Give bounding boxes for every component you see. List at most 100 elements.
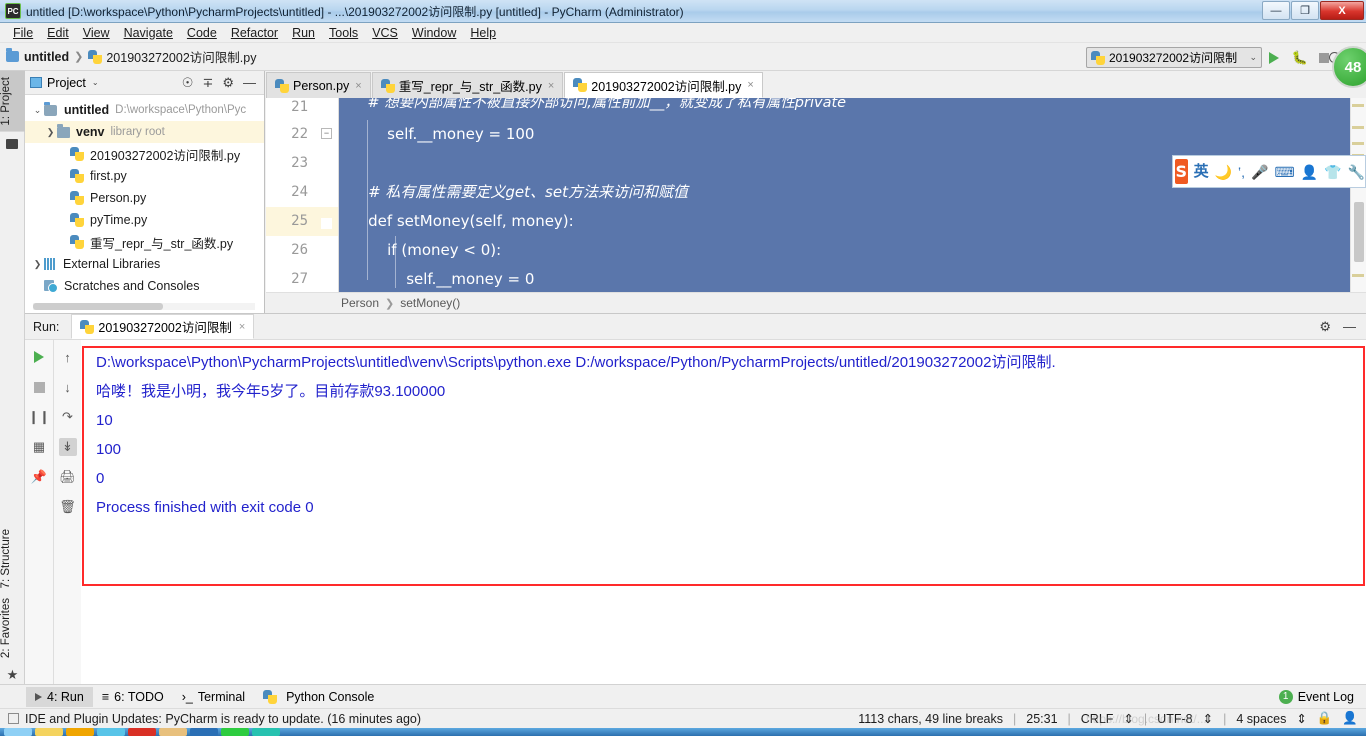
ie-icon[interactable] bbox=[35, 728, 63, 736]
tree-row-untitled[interactable]: ⌄ untitled D:\workspace\Python\Pyc bbox=[25, 99, 264, 121]
menu-vcs[interactable]: VCS bbox=[365, 24, 405, 42]
minimize-button[interactable]: — bbox=[1262, 1, 1290, 20]
close-icon[interactable]: × bbox=[355, 80, 361, 92]
app2-icon[interactable] bbox=[159, 728, 187, 736]
hide-icon[interactable]: — bbox=[1343, 320, 1356, 333]
breadcrumb-method[interactable]: setMoney() bbox=[400, 296, 460, 310]
tree-row-file-4[interactable]: pyTime.py bbox=[25, 209, 264, 231]
tree-row-file-2[interactable]: first.py bbox=[25, 165, 264, 187]
scrollbar-thumb[interactable] bbox=[1354, 202, 1364, 262]
down-icon[interactable]: ↓ bbox=[59, 378, 77, 396]
app1-icon[interactable] bbox=[128, 728, 156, 736]
chevron-down-icon[interactable]: ⌄ bbox=[92, 78, 99, 87]
tab-terminal[interactable]: ›_ Terminal bbox=[173, 687, 254, 707]
read-only-icon[interactable]: 🔒 bbox=[1317, 711, 1333, 726]
sidebar-item-structure[interactable]: 7: Structure bbox=[0, 523, 25, 594]
status-message[interactable]: IDE and Plugin Updates: PyCharm is ready… bbox=[25, 712, 421, 726]
menu-view[interactable]: View bbox=[76, 24, 117, 42]
tab-python-console[interactable]: Python Console bbox=[254, 687, 383, 707]
hector-icon[interactable]: 👤 bbox=[1342, 711, 1358, 726]
indent-setting[interactable]: 4 spaces bbox=[1236, 712, 1286, 726]
menu-help[interactable]: Help bbox=[463, 24, 503, 42]
tree-row-file-1[interactable]: 201903272002访问限制.py bbox=[25, 143, 264, 165]
project-horizontal-scrollbar[interactable] bbox=[33, 303, 255, 310]
skin-icon[interactable]: 👕 bbox=[1324, 165, 1341, 179]
run-button[interactable] bbox=[1264, 48, 1284, 67]
user-icon[interactable]: 👤 bbox=[1301, 165, 1318, 179]
console-output[interactable]: D:\workspace\Python\PycharmProjects\unti… bbox=[82, 346, 1365, 586]
menu-window[interactable]: Window bbox=[405, 24, 463, 42]
sidebar-item-favorites[interactable]: 2: Favorites bbox=[0, 592, 25, 664]
tree-row-venv[interactable]: ❯ venv library root bbox=[25, 121, 264, 143]
folder-icon[interactable] bbox=[66, 728, 94, 736]
sogou-logo-icon[interactable]: S bbox=[1175, 159, 1188, 184]
editor-tab-access[interactable]: 201903272002访问限制.py × bbox=[564, 72, 763, 98]
menu-refactor[interactable]: Refactor bbox=[224, 24, 285, 42]
chrome-icon[interactable] bbox=[97, 728, 125, 736]
chevron-right-icon[interactable]: ❯ bbox=[44, 127, 57, 138]
menu-navigate[interactable]: Navigate bbox=[117, 24, 180, 42]
restore-button[interactable]: ❐ bbox=[1291, 1, 1319, 20]
breadcrumb-file[interactable]: 201903272002访问限制.py bbox=[106, 47, 256, 66]
breadcrumb-project[interactable]: untitled bbox=[24, 50, 69, 64]
pin-icon[interactable]: 📌 bbox=[30, 468, 48, 486]
gear-icon[interactable]: ⚙ bbox=[1319, 320, 1331, 333]
debug-button[interactable]: 🐛 bbox=[1290, 48, 1310, 67]
gear-icon[interactable]: ⚙ bbox=[222, 76, 234, 89]
punctuation-icon[interactable]: ‛, bbox=[1238, 165, 1245, 179]
app4-icon[interactable] bbox=[221, 728, 249, 736]
event-log-button[interactable]: 1 Event Log bbox=[1278, 689, 1366, 704]
microphone-icon[interactable]: 🎤 bbox=[1251, 165, 1268, 179]
menu-edit[interactable]: Edit bbox=[40, 24, 76, 42]
fold-collapse-icon[interactable]: − bbox=[321, 128, 332, 139]
scroll-to-end-icon[interactable]: ↡ bbox=[58, 438, 77, 456]
close-icon[interactable]: × bbox=[747, 79, 753, 91]
close-button[interactable]: X bbox=[1320, 1, 1364, 20]
app3-icon[interactable] bbox=[190, 728, 218, 736]
pause-icon[interactable]: ❙❙ bbox=[28, 408, 50, 426]
app5-icon[interactable] bbox=[252, 728, 280, 736]
run-tab[interactable]: 201903272002访问限制 × bbox=[71, 314, 255, 339]
locate-icon[interactable]: ☉ bbox=[182, 76, 194, 89]
hide-icon[interactable]: — bbox=[243, 76, 256, 89]
breadcrumb-class[interactable]: Person bbox=[341, 296, 379, 310]
notification-badge[interactable]: 48 bbox=[1332, 46, 1366, 88]
line-number-gutter[interactable]: 21 22 23 24 25 26 27 − bbox=[266, 98, 339, 292]
tab-run[interactable]: 4: Run bbox=[26, 686, 93, 707]
rerun-icon[interactable] bbox=[30, 348, 48, 366]
close-icon[interactable]: × bbox=[239, 321, 245, 333]
menu-run[interactable]: Run bbox=[285, 24, 322, 42]
code-content[interactable]: # 想要内部属性不被直接外部访问,属性前加__，就变成了私有属性private … bbox=[339, 98, 1350, 292]
editor-vertical-scrollbar[interactable] bbox=[1350, 98, 1366, 292]
editor-tab-repr[interactable]: 重写_repr_与_str_函数.py × bbox=[371, 72, 564, 98]
chevron-down-icon[interactable]: ⌄ bbox=[31, 105, 44, 116]
language-mode-icon[interactable]: 英 bbox=[1194, 164, 1209, 179]
menu-file[interactable]: File bbox=[6, 24, 40, 42]
stop-icon[interactable] bbox=[30, 378, 48, 396]
run-configuration-selector[interactable]: 201903272002访问限制 ⌄ bbox=[1086, 47, 1262, 68]
caret-position[interactable]: 25:31 bbox=[1026, 712, 1057, 726]
tree-row-scratches[interactable]: Scratches and Consoles bbox=[25, 275, 264, 297]
tools-icon[interactable]: 🔧 bbox=[1348, 165, 1365, 179]
close-icon[interactable]: × bbox=[548, 80, 554, 92]
layout-icon[interactable]: ▦ bbox=[30, 438, 48, 456]
tree-row-file-5[interactable]: 重写_repr_与_str_函数.py bbox=[25, 231, 264, 253]
trash-icon[interactable]: 🗑 bbox=[59, 498, 77, 516]
sidebar-item-project[interactable]: 1: Project bbox=[0, 71, 25, 132]
moon-icon[interactable]: 🌙 bbox=[1215, 165, 1232, 179]
up-icon[interactable]: ↑ bbox=[59, 348, 77, 366]
menu-code[interactable]: Code bbox=[180, 24, 224, 42]
menu-tools[interactable]: Tools bbox=[322, 24, 365, 42]
code-view[interactable]: 21 22 23 24 25 26 27 − # 想要内部属性不被直接外部访问,… bbox=[266, 98, 1366, 292]
print-icon[interactable]: 🖨 bbox=[59, 468, 77, 486]
collapse-all-icon[interactable]: ∓ bbox=[202, 76, 213, 89]
sogou-ime-toolbar[interactable]: S 英 🌙 ‛, 🎤 ⌨ 👤 👕 🔧 bbox=[1172, 155, 1366, 188]
fold-expand-icon[interactable] bbox=[321, 218, 332, 229]
chevron-right-icon[interactable]: ❯ bbox=[31, 259, 44, 270]
keyboard-icon[interactable]: ⌨ bbox=[1274, 165, 1294, 179]
tab-todo[interactable]: ≡ 6: TODO bbox=[93, 687, 173, 707]
indent-caret[interactable]: ⇕ bbox=[1296, 711, 1306, 726]
start-icon[interactable] bbox=[4, 728, 32, 736]
soft-wrap-icon[interactable]: ↷ bbox=[59, 408, 77, 426]
editor-tab-person[interactable]: Person.py × bbox=[266, 72, 371, 98]
